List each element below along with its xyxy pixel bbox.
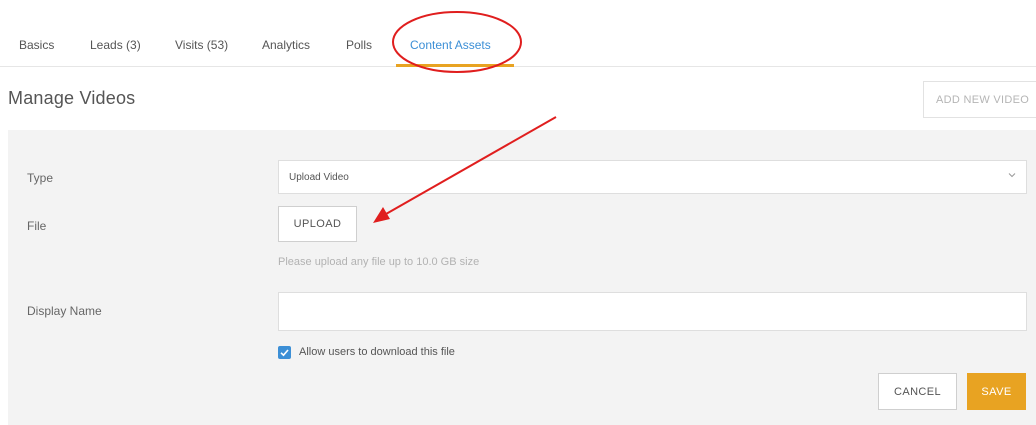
tab-analytics[interactable]: Analytics [262, 38, 310, 52]
page-title: Manage Videos [8, 88, 136, 108]
type-select[interactable]: Upload Video [278, 160, 1027, 194]
active-tab-indicator [396, 64, 514, 67]
display-name-label: Display Name [27, 304, 102, 318]
tab-content-assets[interactable]: Content Assets [410, 38, 491, 52]
tab-leads[interactable]: Leads (3) [90, 38, 141, 52]
checkmark-icon [280, 349, 289, 357]
tab-polls[interactable]: Polls [346, 38, 372, 52]
tab-bar: Basics Leads (3) Visits (53) Analytics P… [0, 0, 1036, 67]
add-new-video-button[interactable]: ADD NEW VIDEO [923, 81, 1036, 118]
type-label: Type [27, 171, 54, 185]
upload-button[interactable]: UPLOAD [278, 206, 357, 242]
page: Basics Leads (3) Visits (53) Analytics P… [0, 0, 1036, 425]
allow-download-checkbox[interactable] [278, 346, 291, 359]
upload-hint: Please upload any file up to 10.0 GB siz… [278, 256, 480, 268]
tab-basics[interactable]: Basics [19, 38, 54, 52]
tab-visits[interactable]: Visits (53) [175, 38, 228, 52]
allow-download-label: Allow users to download this file [299, 346, 455, 358]
chevron-down-icon [1008, 173, 1016, 178]
save-button[interactable]: SAVE [967, 373, 1026, 410]
file-label: File [27, 219, 47, 233]
cancel-button[interactable]: CANCEL [878, 373, 957, 410]
display-name-input[interactable] [278, 292, 1027, 331]
type-select-value: Upload Video [289, 171, 349, 183]
